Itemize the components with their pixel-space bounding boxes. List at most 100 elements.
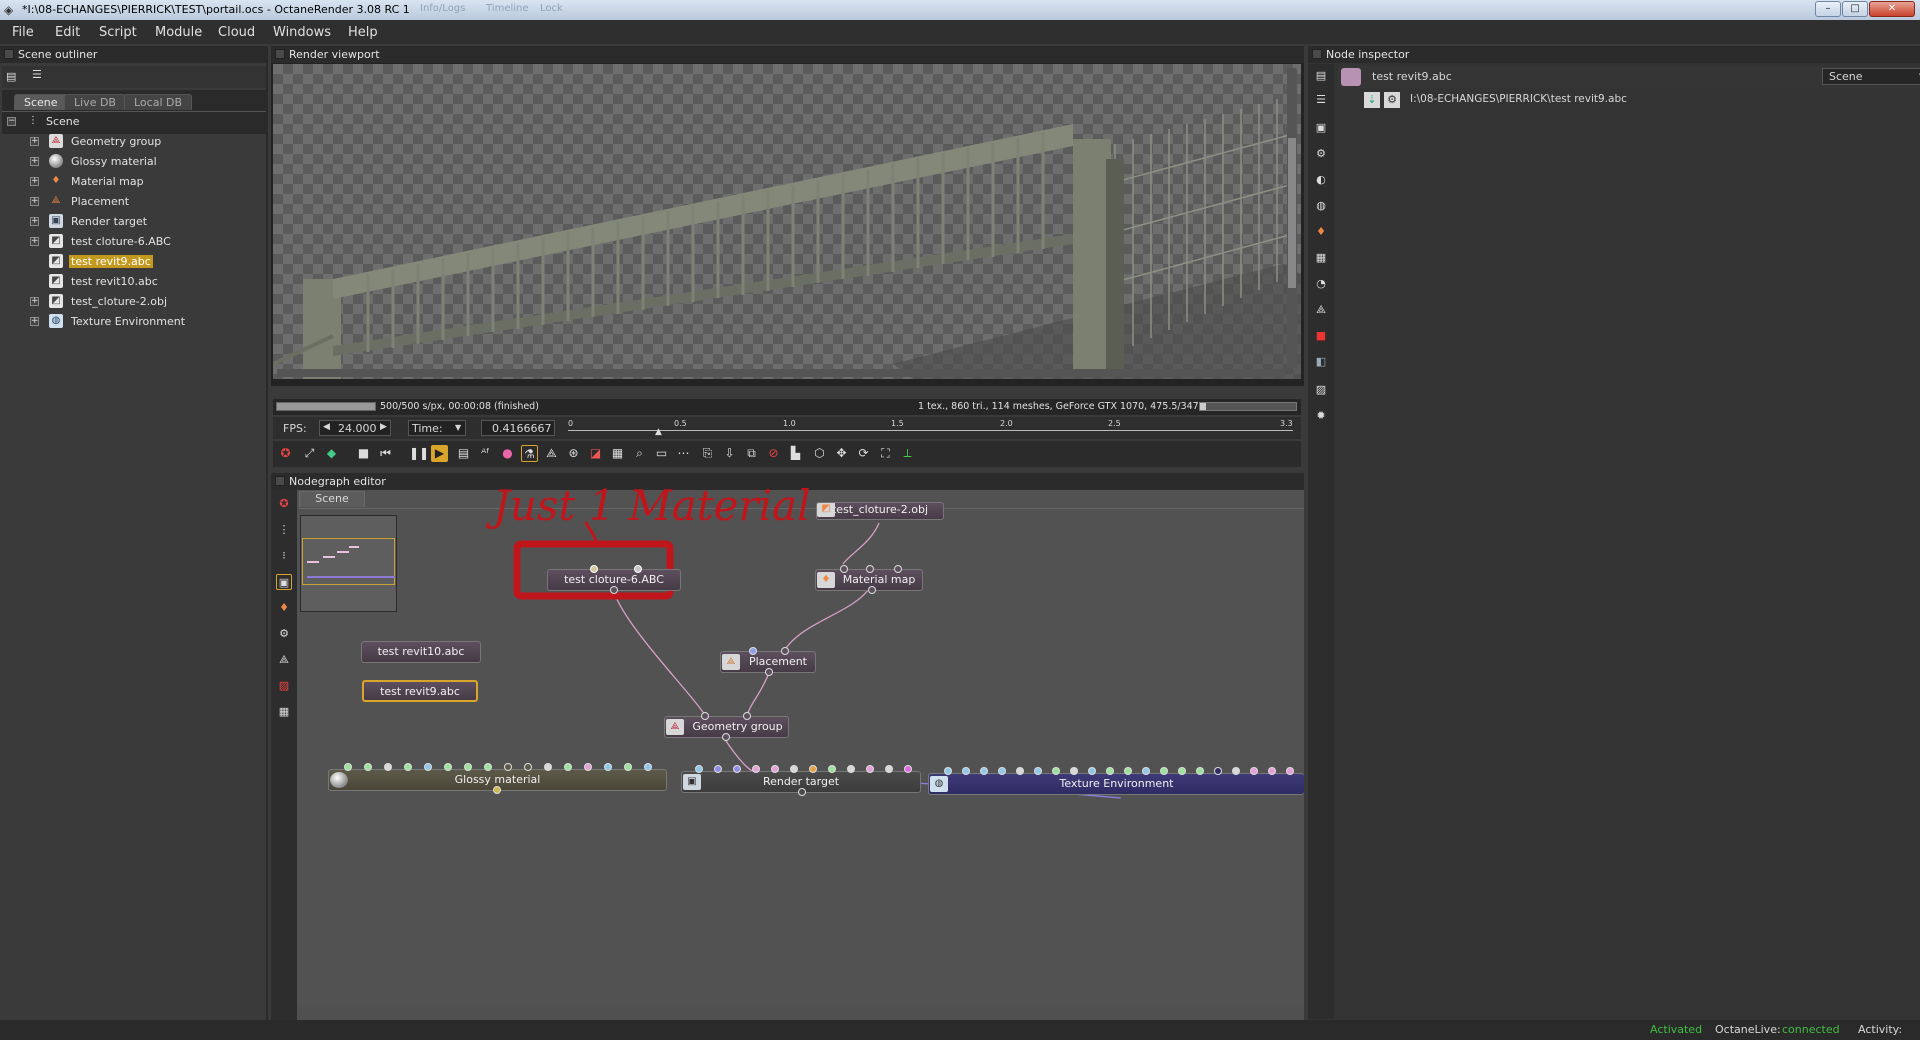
node-input-pin[interactable] — [624, 763, 632, 771]
material-settings-icon[interactable]: ♦ — [1313, 224, 1329, 240]
collapse-inspector-icon[interactable]: ▤ — [1313, 68, 1329, 84]
fps-decrement-icon[interactable]: ◀ — [323, 422, 330, 432]
menu-file[interactable]: File — [12, 25, 34, 40]
node-input-pin[interactable] — [544, 763, 552, 771]
rotate-gizmo-icon[interactable]: ⟳ — [855, 445, 872, 462]
render-passes-icon[interactable]: ◧ — [1313, 354, 1329, 370]
node-input-pin[interactable] — [781, 647, 789, 655]
minimize-button[interactable]: – — [1815, 1, 1841, 17]
node-input-pin[interactable] — [847, 765, 855, 773]
scale-gizmo-icon[interactable]: ⛶ — [877, 445, 894, 462]
node-input-pin[interactable] — [634, 565, 642, 573]
node-placement[interactable]: ⟁ Placement — [720, 647, 816, 676]
object-picker-icon[interactable]: ⟁ — [543, 445, 560, 462]
panel-toggle-icon[interactable] — [275, 49, 285, 59]
node-input-pin[interactable] — [584, 763, 592, 771]
node-input-pin[interactable] — [743, 712, 751, 720]
display-cube-icon[interactable]: ⬡ — [811, 445, 828, 462]
node-output-pin[interactable] — [493, 786, 501, 794]
render-priority-icon[interactable]: ▦ — [609, 445, 626, 462]
tab-local-db[interactable]: Local DB — [124, 94, 193, 110]
material-picker-icon[interactable]: ⚗ — [521, 445, 538, 462]
time-field[interactable]: 0.4166667 — [481, 420, 555, 436]
node-input-pin[interactable] — [809, 765, 817, 773]
expand-inspector-icon[interactable]: ☰ — [1313, 92, 1329, 108]
render-settings-icon[interactable]: ▣ — [1313, 120, 1329, 136]
recenter-icon[interactable]: ⤢ — [301, 445, 318, 462]
tree-item-test-revit9[interactable]: ◩ test revit9.abc — [0, 253, 266, 271]
time-mode-dropdown[interactable]: Time: ▼ — [408, 420, 466, 436]
node-input-pin[interactable] — [894, 565, 902, 573]
node-output-pin[interactable] — [610, 586, 618, 594]
collapse-all-icon[interactable]: ▤ — [6, 70, 20, 84]
expand-icon[interactable]: + — [30, 317, 39, 326]
expand-icon[interactable]: + — [30, 157, 39, 166]
expand-icon[interactable]: + — [30, 237, 39, 246]
viewport-horizontal-scrollbar[interactable] — [277, 369, 1285, 377]
node-input-pin[interactable] — [840, 565, 848, 573]
restart-render-icon[interactable]: ⏮ — [377, 445, 394, 462]
sub-sampling-icon[interactable]: ▙ — [787, 445, 804, 462]
node-output-pin[interactable] — [868, 586, 876, 594]
image-settings-icon[interactable]: ▨ — [1313, 382, 1329, 398]
node-input-pin[interactable] — [590, 565, 598, 573]
node-input-pin[interactable] — [1016, 767, 1024, 775]
node-input-pin[interactable] — [1034, 767, 1042, 775]
timeline-scrubber[interactable]: 0 0.5 1.0 1.5 2.0 2.5 3.3 ▲ — [568, 419, 1293, 437]
node-input-pin[interactable] — [1268, 767, 1276, 775]
move-gizmo-icon[interactable]: ✥ — [833, 445, 850, 462]
color-cube-icon[interactable]: ◆ — [323, 445, 340, 462]
fps-increment-icon[interactable]: ▶ — [380, 422, 387, 432]
start-render-icon[interactable]: ▶ — [431, 445, 448, 462]
menu-module[interactable]: Module — [155, 25, 202, 40]
panel-toggle-icon[interactable] — [4, 49, 14, 59]
node-input-pin[interactable] — [1250, 767, 1258, 775]
node-test-cloture-6[interactable]: test cloture-6.ABC — [547, 565, 681, 594]
node-test-revit9-selected[interactable]: test revit9.abc — [362, 680, 478, 702]
expand-icon[interactable]: + — [30, 297, 39, 306]
zoom-icon[interactable]: ⌕ — [631, 445, 648, 462]
mesh-settings-icon[interactable]: ⟁ — [1313, 302, 1329, 318]
node-input-pin[interactable] — [885, 765, 893, 773]
tree-item-test-cloture-6[interactable]: + ◩ test cloture-6.ABC — [0, 233, 266, 251]
node-input-pin[interactable] — [752, 765, 760, 773]
node-input-pin[interactable] — [695, 765, 703, 773]
tree-item-texture-environment[interactable]: + ◍ Texture Environment — [0, 313, 266, 331]
viewport-vertical-scrollbar[interactable] — [1287, 68, 1297, 368]
close-button[interactable]: ✕ — [1869, 1, 1915, 17]
stop-render-icon[interactable]: ■ — [355, 445, 372, 462]
tree-item-glossy-material[interactable]: + Glossy material — [0, 153, 266, 171]
node-input-pin[interactable] — [1286, 767, 1294, 775]
expand-icon[interactable]: + — [30, 137, 39, 146]
world-axis-icon[interactable]: ⟂ — [899, 445, 916, 462]
camera-settings-icon[interactable]: ⚙ — [1313, 146, 1329, 162]
menu-edit[interactable]: Edit — [55, 25, 80, 40]
node-input-pin[interactable] — [749, 647, 757, 655]
menu-help[interactable]: Help — [348, 25, 378, 40]
node-input-pin[interactable] — [1232, 767, 1240, 775]
node-input-pin[interactable] — [962, 767, 970, 775]
node-input-pin[interactable] — [944, 767, 952, 775]
node-input-pin[interactable] — [524, 763, 532, 771]
node-input-pin[interactable] — [424, 763, 432, 771]
node-input-pin[interactable] — [604, 763, 612, 771]
imager-settings-icon[interactable]: ▦ — [1313, 250, 1329, 266]
node-input-pin[interactable] — [771, 765, 779, 773]
focus-picker-icon[interactable]: ⊛ — [565, 445, 582, 462]
node-color-swatch[interactable] — [1341, 68, 1361, 86]
node-input-pin[interactable] — [444, 763, 452, 771]
reload-file-icon[interactable]: ⇣ — [1364, 92, 1380, 108]
node-input-pin[interactable] — [866, 765, 874, 773]
node-input-pin[interactable] — [404, 763, 412, 771]
af-icon[interactable]: ᴬᶠ — [477, 445, 494, 462]
node-input-pin[interactable] — [344, 763, 352, 771]
node-material-map[interactable]: ♦ Material map — [815, 565, 923, 594]
menu-cloud[interactable]: Cloud — [218, 25, 255, 40]
light-settings-icon[interactable]: ✹ — [1313, 408, 1329, 424]
node-input-pin[interactable] — [714, 765, 722, 773]
fps-field[interactable]: ◀ 24.000 ▶ — [319, 420, 391, 436]
node-input-pin[interactable] — [364, 763, 372, 771]
node-input-pin[interactable] — [504, 763, 512, 771]
file-settings-icon[interactable]: ⚙ — [1384, 92, 1400, 108]
panel-toggle-icon[interactable] — [1312, 49, 1322, 59]
